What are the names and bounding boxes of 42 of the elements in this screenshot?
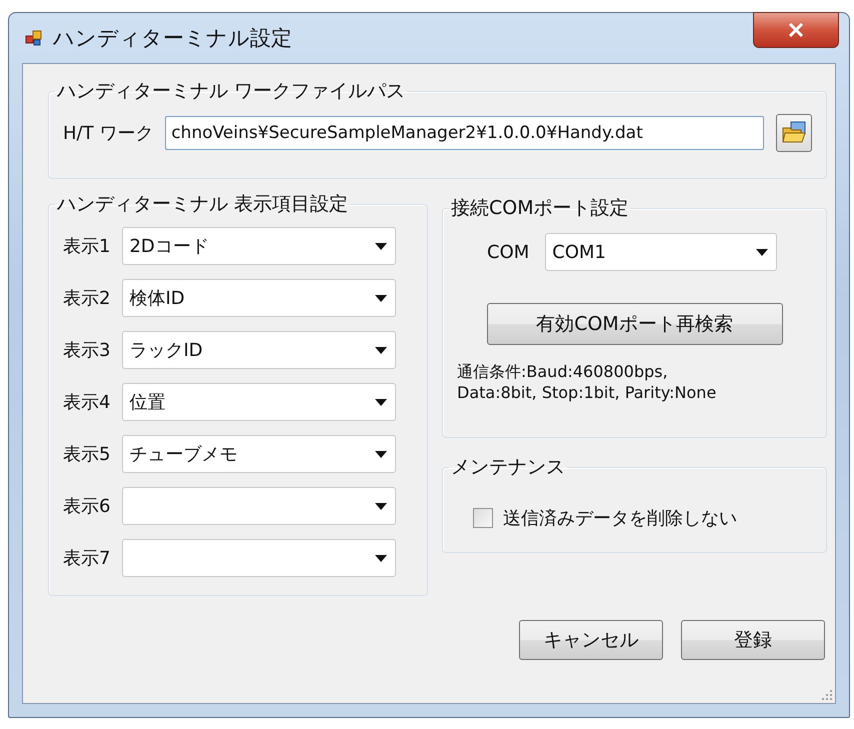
dropdown-arrow-icon — [375, 554, 388, 562]
field-label: 表示6 — [63, 495, 110, 518]
dropdown-arrow-icon — [375, 242, 388, 250]
checkbox-label: 送信済みデータを削除しない — [503, 507, 737, 530]
dropdown[interactable]: 2Dコード — [122, 227, 396, 265]
window-title: ハンディターミナル設定 — [53, 25, 293, 52]
conditions-text: 通信条件:Baud:460800bps, Data:8bit, Stop:1bit, Parity:None — [457, 361, 718, 403]
dropdown-arrow-icon — [375, 450, 388, 458]
dropdown-arrow-icon — [375, 346, 388, 354]
dropdown[interactable] — [122, 487, 396, 525]
dropdown[interactable]: 位置 — [122, 383, 396, 421]
close-icon — [788, 23, 804, 37]
dropdown-arrow-icon — [375, 398, 388, 406]
close-button[interactable] — [753, 12, 839, 48]
app-icon — [25, 29, 43, 47]
field-label: COM — [487, 242, 530, 262]
dropdown[interactable]: チューブメモ — [122, 435, 396, 473]
field-label: H/T ワーク — [63, 122, 154, 145]
group-title: ハンディターミナル ワークファイルパス — [56, 79, 406, 104]
field-label: 表示1 — [63, 235, 110, 258]
dropdown-arrow-icon — [375, 294, 388, 302]
dropdown-arrow-icon — [756, 248, 768, 256]
path-field[interactable]: chnoVeins¥SecureSampleManager2¥1.0.0.0¥Handy.dat — [165, 116, 764, 150]
dialog-button[interactable]: 登録 — [681, 620, 825, 660]
checkbox[interactable] — [473, 508, 493, 528]
dropdown-arrow-icon — [375, 502, 388, 510]
dropdown[interactable] — [122, 539, 396, 577]
group-title: ハンディターミナル 表示項目設定 — [56, 192, 350, 217]
dialog-button[interactable]: キャンセル — [519, 620, 663, 660]
rescan-button[interactable]: 有効COMポート再検索 — [486, 303, 782, 345]
field-label: 表示3 — [63, 339, 110, 362]
dropdown[interactable]: ラックID — [122, 331, 396, 369]
field-label: 表示7 — [63, 547, 110, 570]
resize-grip-icon[interactable] — [821, 689, 833, 701]
field-label: 表示5 — [63, 443, 110, 466]
field-label: 表示2 — [63, 287, 110, 310]
dropdown[interactable]: 検体ID — [122, 279, 396, 317]
dropdown[interactable]: COM1 — [545, 233, 778, 271]
group-title: 接続COMポート設定 — [450, 196, 630, 221]
field-label: 表示4 — [63, 391, 110, 414]
browse-button[interactable] — [776, 114, 812, 152]
group-title: メンテナンス — [450, 455, 566, 480]
